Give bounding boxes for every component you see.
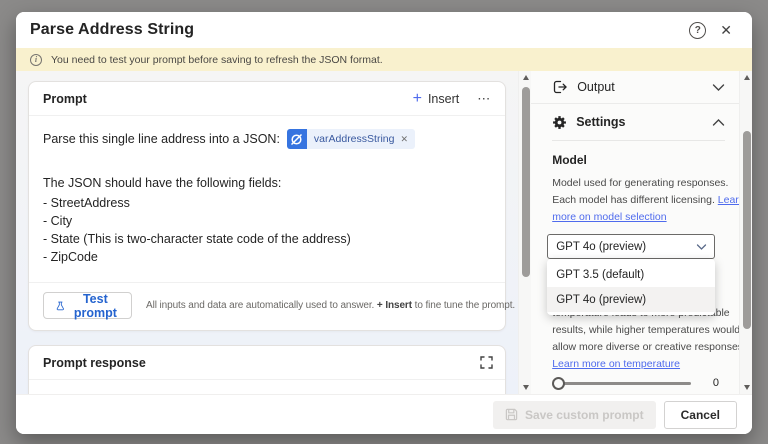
- save-label: Save custom prompt: [525, 408, 644, 422]
- info-icon: i: [30, 54, 42, 66]
- prompt-field-line: - ZipCode: [43, 248, 489, 266]
- temperature-slider-row: 0: [531, 376, 739, 390]
- modal-backdrop: Parse Address String ? ✕ i You need to t…: [0, 0, 768, 444]
- model-dropdown-value: GPT 4o (preview): [556, 241, 646, 253]
- main-panel: Prompt + Insert ⋯ Parse this single line…: [16, 71, 518, 394]
- variable-token[interactable]: varAddressString ✕: [287, 129, 415, 149]
- dialog-content: Prompt + Insert ⋯ Parse this single line…: [16, 71, 752, 394]
- prompt-text-line2: The JSON should have the following field…: [43, 176, 489, 194]
- cancel-button[interactable]: Cancel: [664, 401, 737, 429]
- save-custom-prompt-button[interactable]: Save custom prompt: [493, 401, 656, 429]
- prompt-field-line: - State (This is two-character state cod…: [43, 230, 489, 248]
- prompt-line1-text: Parse this single line address into a JS…: [43, 132, 280, 146]
- prompt-card-title: Prompt: [43, 92, 87, 106]
- insert-button[interactable]: + Insert: [413, 92, 460, 106]
- chevron-down-icon: [712, 83, 725, 92]
- warning-banner: i You need to test your prompt before sa…: [16, 48, 752, 71]
- scrollbar-thumb[interactable]: [743, 131, 751, 329]
- warning-text: You need to test your prompt before savi…: [51, 54, 383, 66]
- slider-handle[interactable]: [552, 377, 565, 390]
- scrollbar-thumb[interactable]: [522, 87, 530, 277]
- prompt-response-card: Prompt response Waiting for response gen…: [28, 345, 506, 394]
- cancel-label: Cancel: [681, 408, 720, 422]
- output-label: Output: [577, 80, 615, 94]
- response-card-title: Prompt response: [43, 356, 146, 370]
- prompt-card-header: Prompt + Insert ⋯: [29, 82, 505, 116]
- test-prompt-button[interactable]: Test prompt: [43, 292, 132, 319]
- prompt-text-line1: Parse this single line address into a JS…: [43, 128, 489, 150]
- temperature-value: 0: [713, 377, 719, 389]
- main-scrollbar[interactable]: [518, 71, 531, 394]
- gear-icon: [552, 115, 567, 130]
- model-description-line2: Each model has different licensing. Lear…: [547, 192, 739, 209]
- slider-track[interactable]: [563, 382, 691, 385]
- prompt-field-line: - City: [43, 212, 489, 230]
- token-dismiss-icon[interactable]: ✕: [399, 134, 415, 145]
- dialog-footer: Save custom prompt Cancel: [16, 394, 752, 434]
- temperature-section: temperature leads to more predictable re…: [531, 305, 739, 373]
- page-title: Parse Address String: [30, 21, 194, 39]
- more-options-icon[interactable]: ⋯: [475, 91, 493, 107]
- settings-section-header[interactable]: Settings: [531, 104, 739, 140]
- save-icon: [505, 408, 518, 421]
- chevron-up-icon: [712, 118, 725, 127]
- beaker-icon: [56, 299, 65, 313]
- dialog-header: Parse Address String ? ✕: [16, 12, 752, 48]
- settings-sidebar: Output Settings: [531, 71, 752, 394]
- model-heading: Model: [547, 153, 739, 167]
- prompt-field-line: - StreetAddress: [43, 194, 489, 212]
- output-icon: [552, 79, 568, 95]
- model-option-gpt35[interactable]: GPT 3.5 (default): [547, 262, 715, 287]
- expand-icon[interactable]: [480, 356, 493, 369]
- model-dropdown[interactable]: GPT 4o (preview): [547, 234, 715, 259]
- dialog-actions: ? ✕: [689, 20, 736, 41]
- model-dropdown-flyout: GPT 3.5 (default) GPT 4o (preview): [547, 259, 715, 315]
- temperature-link-line: Learn more on temperature: [547, 356, 739, 373]
- variable-icon: [287, 129, 307, 149]
- help-icon[interactable]: ?: [689, 22, 706, 39]
- prompt-hint: All inputs and data are automatically us…: [146, 300, 515, 311]
- prompt-card-actions: + Insert ⋯: [413, 91, 494, 107]
- temperature-line2: allow more diverse or creative responses…: [547, 339, 739, 356]
- scroll-down-arrow[interactable]: [740, 381, 752, 394]
- variable-token-label: varAddressString: [307, 133, 400, 145]
- model-section: Model Model used for generating response…: [531, 141, 739, 259]
- temperature-line1: results, while higher temperatures would: [547, 322, 739, 339]
- scroll-up-arrow[interactable]: [740, 71, 752, 84]
- model-description-line1: Model used for generating responses.: [547, 175, 739, 192]
- insert-label: Insert: [428, 92, 459, 106]
- model-selection-link[interactable]: more on model selection: [552, 211, 666, 223]
- close-icon[interactable]: ✕: [716, 20, 736, 41]
- temperature-link[interactable]: Learn more on temperature: [552, 358, 680, 370]
- plus-icon: +: [413, 93, 422, 105]
- parse-address-dialog: Parse Address String ? ✕ i You need to t…: [16, 12, 752, 434]
- model-option-gpt4o[interactable]: GPT 4o (preview): [547, 287, 715, 312]
- model-description-line3: more on model selection: [547, 209, 739, 226]
- sidebar-scrollbar[interactable]: [739, 71, 752, 394]
- response-body: Waiting for response generation.: [29, 380, 505, 394]
- response-card-header: Prompt response: [29, 346, 505, 380]
- prompt-card: Prompt + Insert ⋯ Parse this single line…: [28, 81, 506, 331]
- settings-label: Settings: [576, 115, 625, 129]
- test-prompt-label: Test prompt: [72, 292, 119, 320]
- output-section-header[interactable]: Output: [531, 71, 739, 103]
- chevron-down-icon: [696, 242, 707, 254]
- prompt-card-footer: Test prompt All inputs and data are auto…: [29, 283, 505, 330]
- prompt-editor[interactable]: Parse this single line address into a JS…: [29, 116, 505, 274]
